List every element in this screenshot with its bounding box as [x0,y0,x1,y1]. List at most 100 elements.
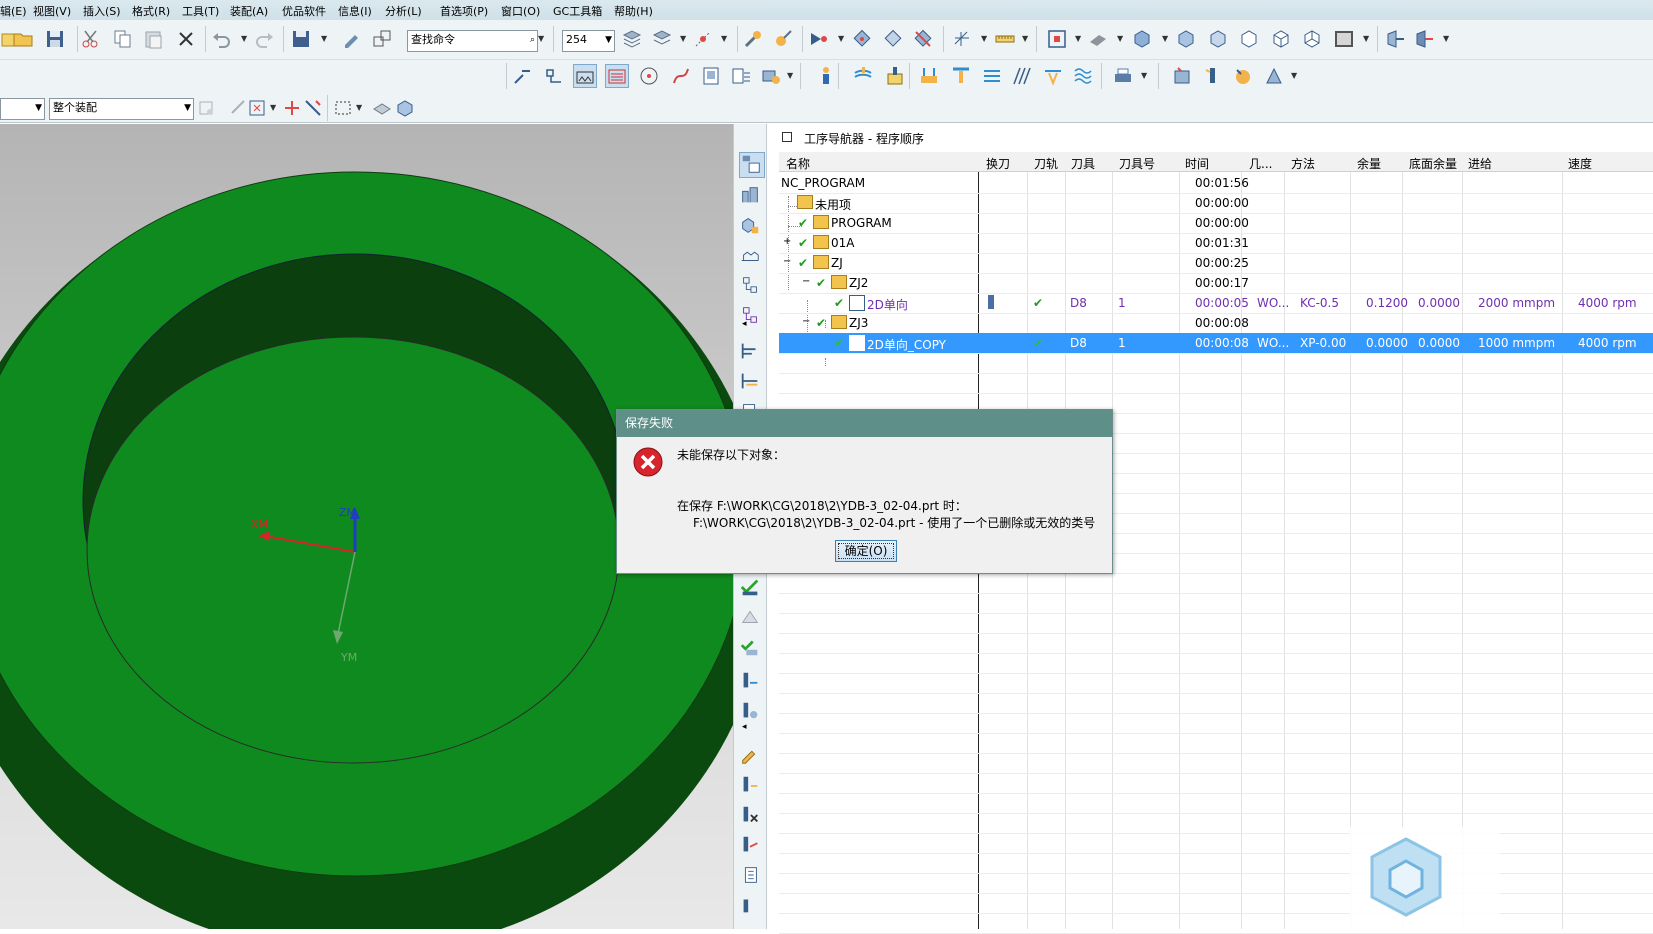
tree-row-zj2[interactable]: − ✔ ZJ2 00:00:17 [779,273,1653,294]
add-selection-icon[interactable] [281,97,303,119]
method-view-icon[interactable] [739,340,763,364]
replay-toolpath-icon[interactable] [543,65,565,87]
toolpath-list-icon[interactable] [605,64,629,88]
rect-select-chevron-icon[interactable]: ▼ [356,97,364,119]
zlevel-icon[interactable] [981,65,1003,87]
curve-path-icon[interactable] [670,65,692,87]
render-chevron-icon[interactable]: ▼ [1117,28,1125,50]
create-chevron-icon[interactable]: ▼ [1291,65,1299,87]
layer-chevron-icon[interactable]: ▼ [680,28,688,50]
layer-settings-icon[interactable] [621,28,643,50]
col-tool-number[interactable]: 刀具号 [1119,155,1155,172]
collapse-minus-icon[interactable]: − [802,276,810,287]
menu-insert[interactable]: 插入(S) [83,3,121,19]
menu-edit[interactable]: 辑(E) [0,3,27,19]
verify-icon[interactable] [739,576,763,600]
menu-analysis[interactable]: 分析(L) [385,3,422,19]
grid-chevron-icon[interactable]: ▼ [981,28,989,50]
collapse-left-icon[interactable]: ◂ [742,319,747,329]
general-select-icon[interactable] [196,97,218,119]
tree-row-program[interactable]: ✔ PROGRAM 00:00:00 [779,213,1653,234]
menu-window[interactable]: 窗口(O) [501,3,540,19]
menu-youpin-software[interactable]: 优品软件 [282,3,326,19]
col-name[interactable]: 名称 [786,155,810,172]
generate-toolpath-icon[interactable] [512,65,534,87]
edit-object-icon[interactable] [341,28,363,50]
tool-navigator-tab-icon[interactable] [739,274,763,298]
snap-chevron-icon[interactable]: ▼ [721,28,729,50]
streamline-icon[interactable] [1042,65,1064,87]
snap-point-icon[interactable] [692,28,714,50]
assembly-scope-select[interactable]: 整个装配 ▼ [49,98,194,120]
view-right-icon[interactable] [1238,28,1260,50]
show-hide-icon[interactable] [371,97,393,119]
printer-icon[interactable] [1112,65,1134,87]
fit-view-icon[interactable] [1046,28,1068,50]
info-person-icon[interactable] [815,65,837,87]
col-path[interactable]: 刀轨 [1034,155,1058,172]
section-chevron-icon[interactable]: ▼ [1443,28,1451,50]
delete-op-icon[interactable] [739,804,763,828]
tree-row-nc-program[interactable]: NC_PROGRAM 00:01:56 [779,173,1653,194]
operation-navigator-tab-icon[interactable] [739,152,765,178]
cut-op-icon[interactable] [739,774,763,798]
layer-select[interactable]: 254 ▼ [562,30,615,52]
view-top-icon[interactable] [1207,28,1229,50]
save-icon[interactable] [44,28,66,50]
col-speed[interactable]: 速度 [1568,155,1592,172]
pin-checkbox-icon[interactable] [782,132,792,142]
tree-row-unused[interactable]: 未用项 00:00:00 [779,193,1653,214]
type-filter-select[interactable]: ▼ [0,98,45,120]
shop-doc-icon[interactable] [700,65,722,87]
toolpath-display-icon[interactable] [573,64,597,88]
background-chevron-icon[interactable]: ▼ [1363,28,1371,50]
tree-row-zj3[interactable]: − ✔ ZJ3 00:00:08 [779,313,1653,334]
tree-row-zj[interactable]: − ✔ ZJ 00:00:25 [779,253,1653,274]
col-time[interactable]: 时间 [1185,155,1209,172]
collapse-minus-icon[interactable]: − [802,316,810,327]
scope-chevron-icon[interactable]: ▼ [270,97,278,119]
window-switch-icon[interactable] [371,28,393,50]
delete-icon[interactable] [175,28,197,50]
view-chevron-icon[interactable]: ▼ [1075,28,1083,50]
view-left-icon[interactable] [1270,28,1292,50]
intersection-point-icon[interactable] [912,28,934,50]
undo-icon[interactable] [210,28,232,50]
ipw-icon[interactable] [739,606,763,630]
select-filter-icon[interactable] [808,28,830,50]
view-front-icon[interactable] [1175,28,1197,50]
collapse-minus-icon[interactable]: − [783,256,791,267]
menu-assembly[interactable]: 装配(A) [230,3,268,19]
face-mill-icon[interactable] [918,65,940,87]
col-stock[interactable]: 余量 [1357,155,1381,172]
contour-area-icon[interactable] [1011,65,1033,87]
move-to-layer-icon[interactable] [651,28,673,50]
save-as-icon[interactable] [290,28,312,50]
deselect-icon[interactable] [302,97,324,119]
feeds-chevron-icon[interactable]: ▼ [787,65,795,87]
menu-tools[interactable]: 工具(T) [182,3,219,19]
part-navigator-tab-icon[interactable] [739,184,763,208]
menu-info[interactable]: 信息(I) [338,3,372,19]
tree-row-2d-oneway[interactable]: ✔ 2D单向 ✔ D8 1 00:00:05 WO... KC-0.5 0.12… [779,293,1653,314]
tool-holder-icon[interactable] [739,700,763,724]
clip-section-icon[interactable] [1413,28,1435,50]
create-tool-icon[interactable] [1202,65,1224,87]
expand-plus-icon[interactable]: + [783,236,791,247]
point-on-face-icon[interactable] [882,28,904,50]
undo-list-chevron-icon[interactable]: ▼ [241,28,249,50]
planar-mill-icon[interactable] [884,65,906,87]
col-method[interactable]: 方法 [1291,155,1315,172]
printer-chevron-icon[interactable]: ▼ [1141,65,1149,87]
shaded-cube-icon[interactable] [1131,28,1153,50]
assembly-navigator-tab-icon[interactable] [739,214,763,238]
feeds-speeds-icon[interactable] [760,65,782,87]
section-view-icon[interactable] [1384,28,1406,50]
col-floor-stock[interactable]: 底面余量 [1409,155,1457,172]
tree-row-01a[interactable]: + ✔ 01A 00:01:31 [779,233,1653,254]
list-tool-icon[interactable] [739,670,763,694]
point-on-curve-icon[interactable] [851,28,873,50]
menu-view[interactable]: 视图(V) [33,3,71,19]
col-tool[interactable]: 刀具 [1071,155,1095,172]
flow-cut-icon[interactable] [1072,65,1094,87]
